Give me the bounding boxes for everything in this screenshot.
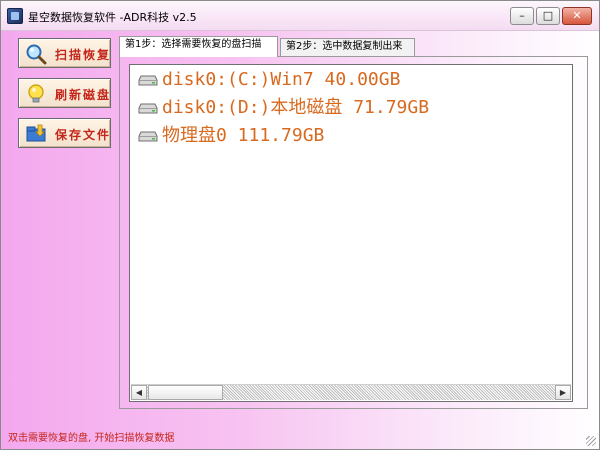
- hard-disk-icon: [138, 103, 158, 114]
- hard-disk-icon: [138, 75, 158, 86]
- status-text: 双击需要恢复的盘, 开始扫描恢复数据: [8, 433, 175, 444]
- window-title: 星空数据恢复软件 -ADR科技 v2.5: [28, 11, 197, 24]
- disk-label: 物理盘0 111.79GB: [162, 125, 325, 146]
- refresh-disk-label: 刷新磁盘: [55, 88, 112, 102]
- disk-label: disk0:(C:)Win7 40.00GB: [162, 69, 401, 90]
- horizontal-scrollbar[interactable]: ◀ ▶: [131, 384, 571, 400]
- scroll-right-icon[interactable]: ▶: [555, 385, 571, 400]
- scan-recover-button[interactable]: 扫描恢复: [18, 38, 111, 68]
- disk-label: disk0:(D:)本地磁盘 71.79GB: [162, 97, 430, 118]
- app-window: 星空数据恢复软件 -ADR科技 v2.5 – □ ✕ 扫描恢复 刷新磁盘 保存文…: [0, 0, 600, 450]
- app-icon: [7, 8, 23, 24]
- tab-step2-copy-data[interactable]: 第2步：选中数据复制出来: [280, 38, 415, 56]
- maximize-button[interactable]: □: [536, 7, 560, 25]
- refresh-disk-button[interactable]: 刷新磁盘: [18, 78, 111, 108]
- scrollbar-thumb[interactable]: [148, 385, 223, 400]
- save-file-button[interactable]: 保存文件: [18, 118, 111, 148]
- resize-grip-icon[interactable]: [586, 436, 596, 446]
- lightbulb-icon: [28, 84, 44, 103]
- save-folder-icon: [26, 124, 46, 142]
- magnifier-icon: [26, 44, 47, 65]
- close-button[interactable]: ✕: [562, 7, 592, 25]
- scan-recover-label: 扫描恢复: [55, 48, 112, 62]
- scroll-left-icon[interactable]: ◀: [131, 385, 147, 400]
- save-file-label: 保存文件: [55, 128, 112, 142]
- title-bar[interactable]: 星空数据恢复软件 -ADR科技 v2.5 – □ ✕: [1, 1, 599, 31]
- hard-disk-icon: [138, 131, 158, 142]
- tab-step1-select-disk[interactable]: 第1步：选择需要恢复的盘扫描: [119, 36, 278, 57]
- minimize-button[interactable]: –: [510, 7, 534, 25]
- disk-list[interactable]: disk0:(C:)Win7 40.00GB disk0:(D:)本地磁盘 71…: [129, 64, 573, 402]
